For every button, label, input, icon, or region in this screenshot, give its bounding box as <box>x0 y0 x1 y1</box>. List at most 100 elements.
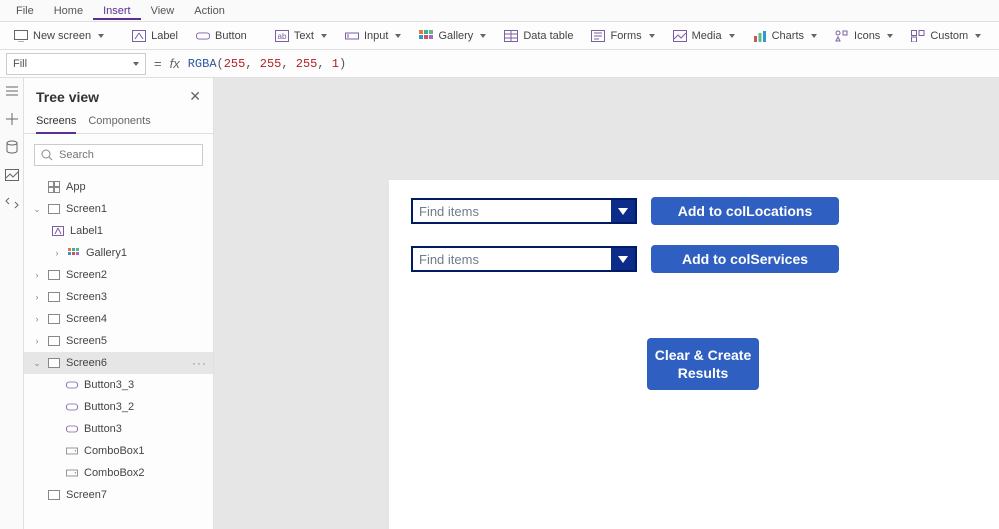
screen-icon <box>48 358 60 368</box>
ribbon-data-table[interactable]: Data table <box>496 26 581 46</box>
ribbon-label-text: Label <box>151 30 178 42</box>
data-rail-icon[interactable] <box>5 140 19 154</box>
button-add-services[interactable]: Add to colServices <box>651 245 839 273</box>
tree-label: Button3_2 <box>84 401 134 413</box>
tree-item-screen4[interactable]: › Screen4 <box>24 308 213 330</box>
tab-components[interactable]: Components <box>88 115 150 133</box>
tree-label: Screen7 <box>66 489 107 501</box>
text-icon: ab <box>275 29 289 43</box>
chevron-down-icon <box>395 34 401 38</box>
tree-label: Gallery1 <box>86 247 127 259</box>
menu-insert[interactable]: Insert <box>93 2 141 20</box>
tree-item-screen6[interactable]: ⌄ Screen6 ··· <box>24 352 213 374</box>
button-clear-create[interactable]: Clear & Create Results <box>647 338 759 390</box>
tree-item-screen3[interactable]: › Screen3 <box>24 286 213 308</box>
forms-icon <box>591 29 605 43</box>
menu-view[interactable]: View <box>141 2 185 20</box>
menu-file[interactable]: File <box>6 2 44 20</box>
button-icon <box>66 379 78 391</box>
combobox-icon <box>66 445 78 457</box>
chevron-down-icon <box>480 34 486 38</box>
canvas-area: Find items Add to colLocations Find item… <box>214 78 999 529</box>
ribbon-input[interactable]: Input <box>337 26 409 46</box>
tree-item-screen1[interactable]: ⌄ Screen1 <box>24 198 213 220</box>
media-rail-icon[interactable] <box>5 168 19 182</box>
tree-label: App <box>66 181 86 193</box>
tree-label: Screen5 <box>66 335 107 347</box>
tree-item-gallery1[interactable]: › Gallery1 <box>24 242 213 264</box>
tree-item-screen7[interactable]: Screen7 <box>24 484 213 506</box>
screen-icon <box>48 490 60 500</box>
tree-item-button3_2[interactable]: Button3_2 <box>24 396 213 418</box>
tree-label: Screen4 <box>66 313 107 325</box>
button-icon <box>196 29 210 43</box>
ribbon-text-text: Text <box>294 30 314 42</box>
ribbon-gallery[interactable]: Gallery <box>411 26 494 46</box>
tab-screens[interactable]: Screens <box>36 115 76 134</box>
gallery-icon <box>419 29 433 43</box>
chevron-down-icon <box>811 34 817 38</box>
insert-rail-icon[interactable] <box>5 112 19 126</box>
more-icon[interactable]: ··· <box>192 356 207 370</box>
chevron-down-icon <box>729 34 735 38</box>
screen-canvas[interactable]: Find items Add to colLocations Find item… <box>389 180 999 529</box>
tree-item-combobox2[interactable]: ComboBox2 <box>24 462 213 484</box>
ribbon-text[interactable]: ab Text <box>267 26 335 46</box>
ribbon-custom[interactable]: Custom <box>903 26 989 46</box>
tree-label: ComboBox2 <box>84 467 145 479</box>
ribbon-charts[interactable]: Charts <box>745 26 825 46</box>
ribbon-label[interactable]: Label <box>124 26 186 46</box>
menu-action[interactable]: Action <box>184 2 235 20</box>
tree-item-button3[interactable]: Button3 <box>24 418 213 440</box>
ribbon-icons-text: Icons <box>854 30 880 42</box>
icons-icon <box>835 29 849 43</box>
tree-view-rail-icon[interactable] <box>5 84 19 98</box>
ribbon-gallery-text: Gallery <box>438 30 473 42</box>
left-rail <box>0 78 24 529</box>
tree-search[interactable] <box>34 144 203 166</box>
ribbon-button[interactable]: Button <box>188 26 255 46</box>
ribbon-new-screen-label: New screen <box>33 30 91 42</box>
app-icon <box>48 181 60 193</box>
combobox-icon <box>66 467 78 479</box>
label-icon <box>132 29 146 43</box>
tree-item-combobox1[interactable]: ComboBox1 <box>24 440 213 462</box>
formula-bar: Fill = fx RGBA(255, 255, 255, 1) <box>0 50 999 78</box>
ribbon-forms[interactable]: Forms <box>583 26 662 46</box>
screen-icon <box>48 270 60 280</box>
chevron-down-icon <box>321 34 327 38</box>
ribbon-new-screen[interactable]: New screen <box>6 26 112 46</box>
tree-search-input[interactable] <box>59 149 201 161</box>
tree-label: Screen2 <box>66 269 107 281</box>
tree-label: Screen3 <box>66 291 107 303</box>
screen-icon <box>48 314 60 324</box>
ribbon-ai-builder[interactable]: AI Builder <box>991 26 999 46</box>
tree-item-app[interactable]: App <box>24 176 213 198</box>
property-selector[interactable]: Fill <box>6 53 146 75</box>
combobox-services[interactable]: Find items <box>411 246 637 272</box>
tree-item-screen2[interactable]: › Screen2 <box>24 264 213 286</box>
tree-item-screen5[interactable]: › Screen5 <box>24 330 213 352</box>
tree-label: Screen1 <box>66 203 107 215</box>
ribbon-icons[interactable]: Icons <box>827 26 901 46</box>
tree-view-title: Tree view <box>36 89 99 105</box>
formula-input[interactable]: RGBA(255, 255, 255, 1) <box>188 57 346 71</box>
tree-label: Button3_3 <box>84 379 134 391</box>
advanced-rail-icon[interactable] <box>5 196 19 210</box>
ribbon-media[interactable]: Media <box>665 26 743 46</box>
chevron-down-icon[interactable] <box>611 248 635 270</box>
tree-item-button3_3[interactable]: Button3_3 <box>24 374 213 396</box>
tree-label: ComboBox1 <box>84 445 145 457</box>
chevron-down-icon[interactable] <box>611 200 635 222</box>
combobox-locations[interactable]: Find items <box>411 198 637 224</box>
close-icon[interactable]: ✕ <box>189 88 201 105</box>
menu-home[interactable]: Home <box>44 2 93 20</box>
media-icon <box>673 29 687 43</box>
ribbon-data-table-text: Data table <box>523 30 573 42</box>
screen-icon <box>48 292 60 302</box>
property-name: Fill <box>13 58 27 70</box>
tree-item-label1[interactable]: Label1 <box>24 220 213 242</box>
button-icon <box>66 401 78 413</box>
button-add-locations[interactable]: Add to colLocations <box>651 197 839 225</box>
screen-icon <box>48 336 60 346</box>
